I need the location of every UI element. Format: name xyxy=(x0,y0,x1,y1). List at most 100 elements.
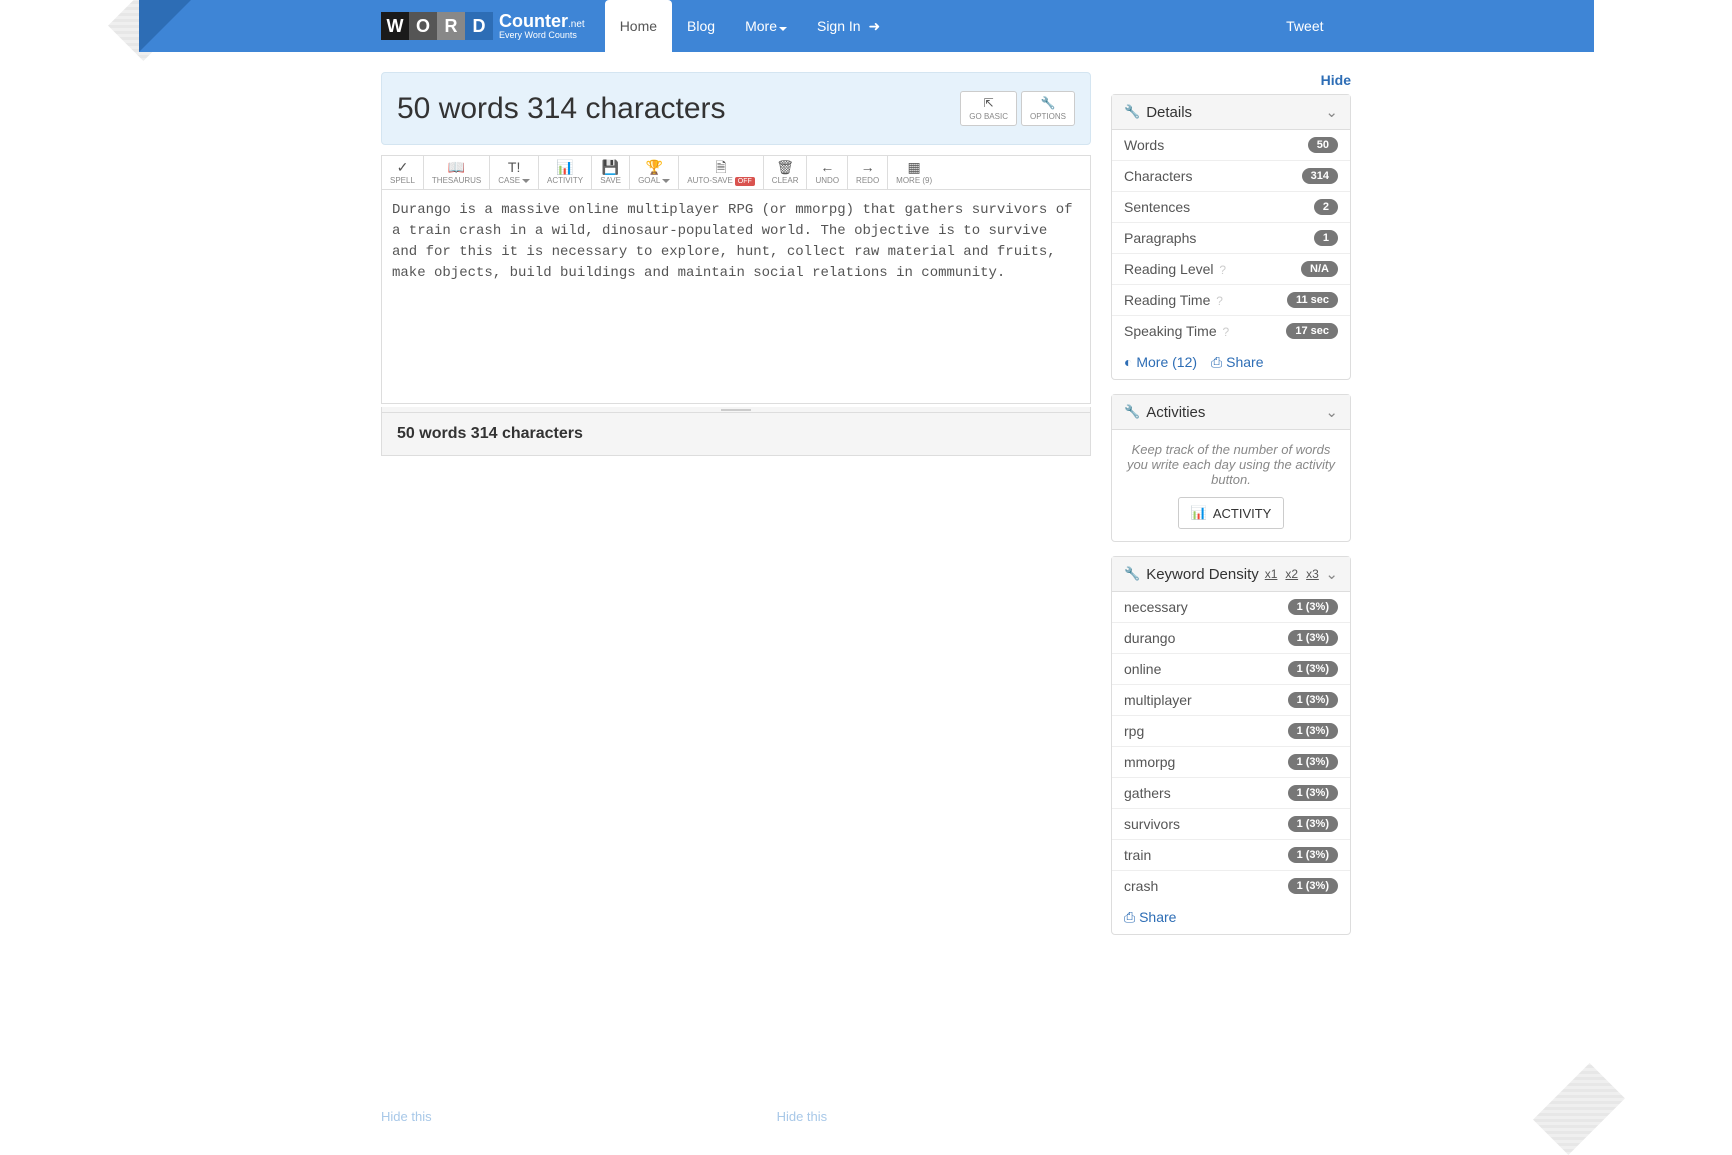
text-input[interactable] xyxy=(381,189,1091,404)
logo-text: Counter.net Every Word Counts xyxy=(499,12,585,40)
go-basic-button[interactable]: ⇱ GO BASIC xyxy=(960,91,1017,126)
details-row-value: 314 xyxy=(1302,168,1338,184)
wrench-icon: 🔧 xyxy=(1124,104,1140,120)
nav-blog[interactable]: Blog xyxy=(672,0,730,52)
header-bar: 50 words 314 characters ⇱ GO BASIC 🔧 OPT… xyxy=(381,72,1091,145)
keyword-row-label: necessary xyxy=(1124,599,1188,615)
navbar: W O R D Counter.net Every Word Counts Ho… xyxy=(139,0,1594,52)
keyword-row-label: survivors xyxy=(1124,816,1180,832)
keyword-row-label: gathers xyxy=(1124,785,1171,801)
more-tools-button[interactable]: ▦MORE (9) xyxy=(888,156,940,189)
nav-signin[interactable]: Sign In ➜ xyxy=(802,0,895,53)
caret-icon xyxy=(779,27,787,31)
details-row: Reading Time ?11 sec xyxy=(1112,285,1350,316)
help-icon[interactable]: ? xyxy=(1216,294,1223,308)
details-row-label: Sentences xyxy=(1124,199,1190,215)
activity-button[interactable]: 📊ACTIVITY xyxy=(539,156,592,189)
resize-handle[interactable] xyxy=(381,407,1091,413)
signin-icon: ➜ xyxy=(868,18,880,34)
wrench-icon: 🔧 xyxy=(1041,96,1056,110)
keyword-row-value: 1 (3%) xyxy=(1288,630,1338,646)
activity-panel-button[interactable]: 📊ACTIVITY xyxy=(1178,497,1285,529)
chevron-down-icon[interactable]: ⌄ xyxy=(1325,403,1338,421)
details-row-value: 1 xyxy=(1314,230,1338,246)
keyword-row-label: durango xyxy=(1124,630,1175,646)
details-row-label: Words xyxy=(1124,137,1164,153)
keyword-share-link[interactable]: ⎙ Share xyxy=(1124,909,1176,926)
keyword-x2[interactable]: x2 xyxy=(1285,567,1298,581)
keyword-x1[interactable]: x1 xyxy=(1265,567,1278,581)
keyword-row: multiplayer1 (3%) xyxy=(1112,685,1350,716)
chevron-down-icon[interactable]: ⌄ xyxy=(1325,565,1338,583)
clear-button[interactable]: 🗑CLEAR xyxy=(764,156,808,189)
details-row-label: Characters xyxy=(1124,168,1192,184)
trophy-icon: 🏆 xyxy=(645,160,662,174)
nav-home[interactable]: Home xyxy=(605,0,672,52)
chevron-down-icon[interactable]: ⌄ xyxy=(1325,103,1338,121)
details-row-value: 11 sec xyxy=(1287,292,1338,308)
book-icon: 📖 xyxy=(448,160,465,174)
chart-icon: 📊 xyxy=(1191,505,1207,521)
wrench-icon: 🔧 xyxy=(1124,566,1140,582)
trash-icon: 🗑 xyxy=(776,160,794,174)
logo-word-blocks: W O R D xyxy=(381,12,493,40)
nav-more[interactable]: More xyxy=(730,0,802,52)
activities-description: Keep track of the number of words you wr… xyxy=(1124,442,1338,487)
keyword-row: durango 1 (3%) xyxy=(1112,623,1350,654)
keyword-row-label: rpg xyxy=(1124,723,1144,739)
keyword-x3[interactable]: x3 xyxy=(1306,567,1319,581)
hide-this-left[interactable]: Hide this xyxy=(381,1109,432,1124)
keyword-row: online1 (3%) xyxy=(1112,654,1350,685)
keyword-row: necessary 1 (3%) xyxy=(1112,592,1350,623)
keyword-row-label: online xyxy=(1124,661,1161,677)
activities-panel: 🔧Activities ⌄ Keep track of the number o… xyxy=(1111,394,1351,542)
details-row-label: Paragraphs xyxy=(1124,230,1196,246)
external-icon: ⇱ xyxy=(984,96,994,110)
keyword-row: train1 (3%) xyxy=(1112,840,1350,871)
details-row: Reading Level ? N/A xyxy=(1112,254,1350,285)
keyword-row-value: 1 (3%) xyxy=(1288,599,1338,615)
keyword-row-value: 1 (3%) xyxy=(1288,723,1338,739)
details-row-value: N/A xyxy=(1301,261,1338,277)
save-button[interactable]: 💾SAVE xyxy=(592,156,630,189)
off-badge: OFF xyxy=(735,177,755,186)
keyword-row-value: 1 (3%) xyxy=(1288,692,1338,708)
hide-sidebar-link[interactable]: Hide xyxy=(1111,72,1351,88)
keyword-row-value: 1 (3%) xyxy=(1288,878,1338,894)
details-row: Sentences2 xyxy=(1112,192,1350,223)
goal-button[interactable]: 🏆GOAL xyxy=(630,156,679,189)
case-icon: T! xyxy=(508,160,520,174)
redo-icon: → xyxy=(861,160,875,174)
help-icon[interactable]: ? xyxy=(1223,325,1230,339)
wrench-icon: 🔧 xyxy=(1124,404,1140,420)
keyword-row-value: 1 (3%) xyxy=(1288,816,1338,832)
logo[interactable]: W O R D Counter.net Every Word Counts xyxy=(381,12,585,40)
details-title: Details xyxy=(1146,104,1192,121)
keyword-title: Keyword Density xyxy=(1146,566,1259,583)
footer-summary: 50 words 314 characters xyxy=(381,413,1091,456)
caret-icon xyxy=(662,179,670,183)
help-icon[interactable]: ? xyxy=(1219,263,1226,277)
keyword-row-value: 1 (3%) xyxy=(1288,785,1338,801)
details-more-link[interactable]: ◐ More (12) xyxy=(1124,354,1197,371)
autosave-button[interactable]: 🗎AUTO-SAVEOFF xyxy=(679,156,764,189)
spell-button[interactable]: ✓SPELL xyxy=(382,156,424,189)
keyword-density-panel: 🔧 Keyword Density x1 x2 x3 ⌄ necessary 1 (… xyxy=(1111,556,1351,935)
keyword-row-label: mmorpg xyxy=(1124,754,1175,770)
details-row: Words 50 xyxy=(1112,130,1350,161)
keyword-row: gathers 1 (3%) xyxy=(1112,778,1350,809)
thesaurus-button[interactable]: 📖THESAURUS xyxy=(424,156,490,189)
details-row: Characters 314 xyxy=(1112,161,1350,192)
tweet-link[interactable]: Tweet xyxy=(1286,18,1323,34)
case-button[interactable]: T!CASE xyxy=(490,156,539,189)
keyword-row-value: 1 (3%) xyxy=(1288,754,1338,770)
redo-button[interactable]: →REDO xyxy=(848,156,888,189)
details-row-value: 50 xyxy=(1308,137,1338,153)
details-panel: 🔧 Details ⌄ Words 50 Characters 314 Sentences… xyxy=(1111,94,1351,380)
undo-button[interactable]: ←UNDO xyxy=(807,156,848,189)
hide-this-right[interactable]: Hide this xyxy=(777,1109,828,1124)
details-row-label: Reading Level ? xyxy=(1124,261,1226,277)
details-share-link[interactable]: ⎙ Share xyxy=(1211,354,1263,371)
options-button[interactable]: 🔧 OPTIONS xyxy=(1021,91,1075,126)
keyword-row: survivors 1 (3%) xyxy=(1112,809,1350,840)
